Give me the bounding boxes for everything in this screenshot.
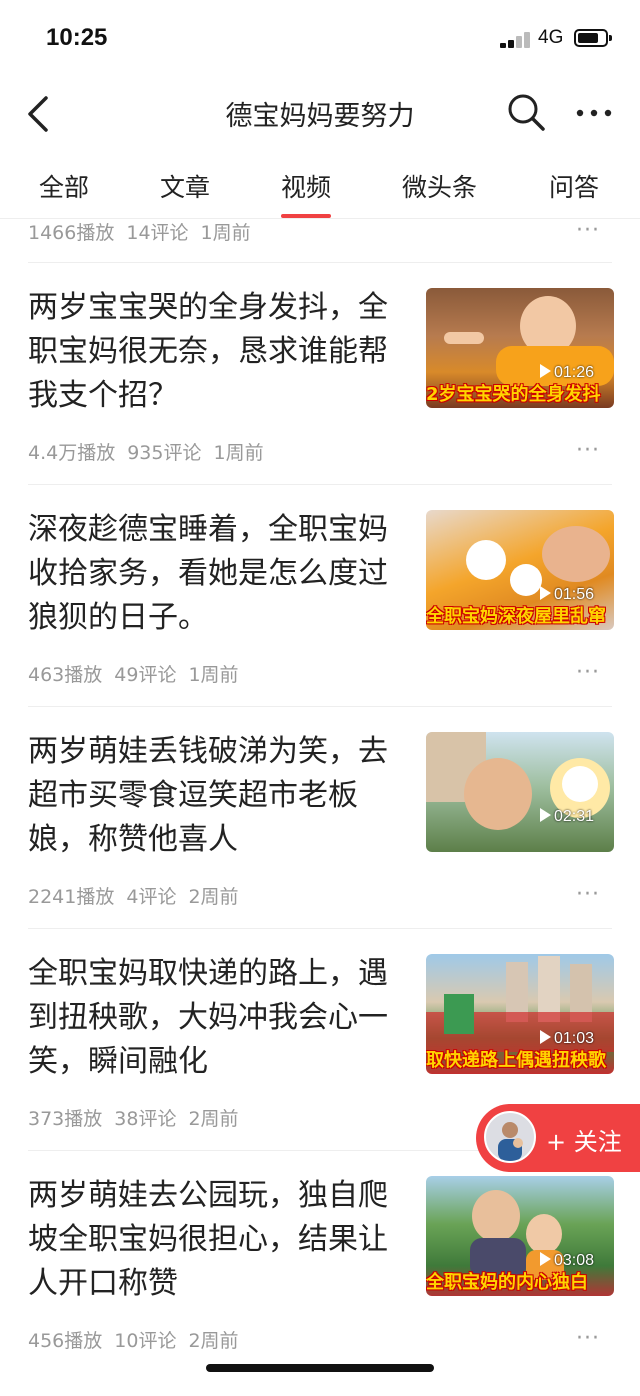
comment-count: 49评论 — [114, 664, 177, 686]
item-more-icon[interactable]: ··· — [576, 1326, 600, 1351]
item-meta: 2241播放 4评论 2周前 ··· — [28, 882, 612, 912]
list-item[interactable]: 两岁萌娃去公园玩，独自爬坡全职宝妈很担心，结果让人开口称赞 全职宝妈的内心独白 … — [0, 1174, 640, 1396]
video-duration: 01:03 — [539, 1030, 594, 1048]
tab-videos[interactable]: 视频 — [281, 168, 332, 218]
video-duration: 01:56 — [539, 586, 594, 604]
avatar — [484, 1111, 536, 1163]
duration-text: 01:03 — [553, 1030, 594, 1047]
item-title: 两岁萌娃丢钱破涕为笑，去超市买零食逗笑超市老板娘，称赞他喜人 — [28, 734, 388, 857]
list-item[interactable]: 两岁宝宝哭的全身发抖，全职宝妈很无奈，恳求谁能帮我支个招？ 2岁宝宝哭的全身发抖… — [0, 286, 640, 508]
home-indicator[interactable] — [206, 1364, 434, 1372]
post-time: 2周前 — [188, 886, 239, 908]
video-thumbnail[interactable]: 2岁宝宝哭的全身发抖 01:26 — [426, 288, 614, 408]
duration-text: 03:08 — [553, 1252, 594, 1269]
video-duration: 03:08 — [539, 1252, 594, 1270]
post-time: 2周前 — [188, 1330, 239, 1352]
duration-text: 01:26 — [553, 364, 594, 381]
comment-count: 14评论 — [126, 222, 189, 244]
avatar-icon — [498, 1122, 523, 1161]
comment-count: 4评论 — [126, 886, 177, 908]
play-icon — [539, 1252, 551, 1266]
item-more-icon[interactable]: ··· — [576, 660, 600, 685]
thumbnail-art — [426, 732, 610, 830]
video-duration: 02:31 — [539, 808, 594, 826]
status-time: 10:25 — [46, 24, 108, 51]
play-count: 456播放 — [28, 1330, 103, 1352]
item-title: 两岁萌娃去公园玩，独自爬坡全职宝妈很担心，结果让人开口称赞 — [28, 1178, 388, 1301]
post-time: 2周前 — [188, 1108, 239, 1130]
divider — [28, 262, 612, 263]
play-icon — [539, 808, 551, 822]
duration-text: 02:31 — [553, 808, 594, 825]
post-time: 1周前 — [200, 222, 251, 244]
item-title: 两岁宝宝哭的全身发抖，全职宝妈很无奈，恳求谁能帮我支个招？ — [28, 290, 388, 413]
item-more-icon[interactable]: ··· — [576, 882, 600, 907]
item-more-icon[interactable]: ··· — [576, 218, 600, 243]
tab-all[interactable]: 全部 — [39, 168, 89, 218]
tab-videos-label: 视频 — [281, 173, 332, 202]
divider — [28, 928, 612, 929]
tab-articles[interactable]: 文章 — [160, 168, 210, 218]
category-tabs: 全部 文章 视频 微头条 问答 — [0, 160, 640, 219]
battery-icon — [574, 29, 612, 47]
item-title: 深夜趁德宝睡着，全职宝妈收拾家务，看她是怎么度过狼狈的日子。 — [28, 512, 388, 635]
signal-icon — [500, 32, 534, 48]
list-item[interactable]: 深夜趁德宝睡着，全职宝妈收拾家务，看她是怎么度过狼狈的日子。 全职宝妈深夜屋里乱… — [0, 508, 640, 730]
play-count: 373播放 — [28, 1108, 103, 1130]
play-icon — [539, 364, 551, 378]
play-count: 463播放 — [28, 664, 103, 686]
duration-text: 01:56 — [553, 586, 594, 603]
video-duration: 01:26 — [539, 364, 594, 382]
tab-qa[interactable]: 问答 — [549, 168, 599, 218]
tab-micro-headlines[interactable]: 微头条 — [402, 168, 477, 218]
follow-button[interactable]: + 关注 — [476, 1104, 640, 1172]
play-icon — [539, 1030, 551, 1044]
more-icon — [576, 109, 612, 117]
thumbnail-caption: 全职宝妈深夜屋里乱窜 — [426, 606, 606, 627]
post-time: 1周前 — [213, 442, 264, 464]
video-thumbnail[interactable]: 02:31 — [426, 732, 614, 852]
video-thumbnail[interactable]: 全职宝妈的内心独白 03:08 — [426, 1176, 614, 1296]
network-label: 4G — [538, 27, 564, 48]
search-icon — [508, 94, 545, 131]
item-title: 全职宝妈取快递的路上，遇到扭秧歌，大妈冲我会心一笑，瞬间融化 — [28, 956, 388, 1079]
follow-label: + 关注 — [546, 1128, 622, 1156]
thumbnail-caption: 2岁宝宝哭的全身发抖 — [426, 384, 601, 405]
play-count: 4.4万播放 — [28, 442, 116, 464]
comment-count: 38评论 — [114, 1108, 177, 1130]
list-item[interactable]: 两岁萌娃丢钱破涕为笑，去超市买零食逗笑超市老板娘，称赞他喜人 02:31 224… — [0, 730, 640, 952]
item-meta: 456播放 10评论 2周前 ··· — [28, 1326, 612, 1356]
post-time: 1周前 — [188, 664, 239, 686]
item-meta: 4.4万播放 935评论 1周前 ··· — [28, 438, 612, 468]
play-count: 1466播放 — [28, 222, 115, 244]
comment-count: 10评论 — [114, 1330, 177, 1352]
item-meta: 463播放 49评论 1周前 ··· — [28, 660, 612, 690]
divider — [28, 706, 612, 707]
thumbnail-caption: 取快递路上偶遇扭秧歌 — [426, 1050, 606, 1071]
comment-count: 935评论 — [127, 442, 202, 464]
video-thumbnail[interactable]: 取快递路上偶遇扭秧歌 01:03 — [426, 954, 614, 1074]
search-button[interactable] — [506, 92, 546, 132]
item-more-icon[interactable]: ··· — [576, 438, 600, 463]
play-count: 2241播放 — [28, 886, 115, 908]
previous-item-meta: 1466播放 14评论 1周前 ··· — [28, 218, 612, 244]
status-bar: 10:25 4G — [0, 0, 640, 80]
more-button[interactable] — [574, 98, 614, 128]
video-thumbnail[interactable]: 全职宝妈深夜屋里乱窜 01:56 — [426, 510, 614, 630]
nav-bar: 德宝妈妈要努力 — [0, 80, 640, 146]
divider — [28, 484, 612, 485]
thumbnail-caption: 全职宝妈的内心独白 — [426, 1272, 588, 1293]
play-icon — [539, 586, 551, 600]
